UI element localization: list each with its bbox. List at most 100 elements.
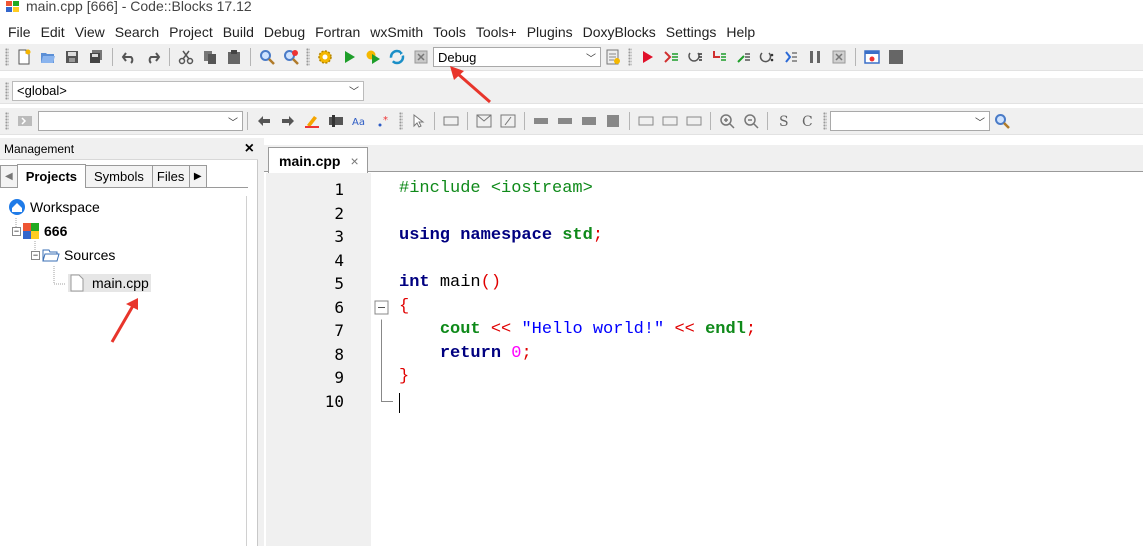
- toolbar-grip[interactable]: [5, 81, 9, 100]
- menu-project[interactable]: Project: [164, 24, 218, 40]
- shape-note-icon[interactable]: [498, 111, 518, 131]
- toolbar-separator: [169, 48, 170, 66]
- save-icon[interactable]: [62, 47, 82, 67]
- zoom-in-icon[interactable]: [717, 111, 737, 131]
- tree-node-main-cpp[interactable]: main.cpp: [68, 274, 151, 292]
- tree-node-sources[interactable]: − Sources: [31, 247, 115, 263]
- build-and-run-icon[interactable]: [363, 47, 383, 67]
- new-file-icon[interactable]: [14, 47, 34, 67]
- arrow-right-icon[interactable]: [278, 111, 298, 131]
- tab-symbols[interactable]: Symbols: [85, 165, 153, 187]
- toolbar-grip[interactable]: [628, 48, 632, 66]
- abort-icon[interactable]: [411, 47, 431, 67]
- frame-3-icon[interactable]: [684, 111, 704, 131]
- menu-help[interactable]: Help: [721, 24, 760, 40]
- rebuild-icon[interactable]: [387, 47, 407, 67]
- save-all-icon[interactable]: [86, 47, 106, 67]
- stop-debugger-icon[interactable]: [829, 47, 849, 67]
- shape-rect-icon[interactable]: [441, 111, 461, 131]
- menu-settings[interactable]: Settings: [661, 24, 722, 40]
- vertical-scrollbar[interactable]: [246, 196, 258, 546]
- symbol-c-icon[interactable]: C: [798, 111, 818, 131]
- tab-main-cpp[interactable]: main.cpp ×: [268, 147, 368, 173]
- chevron-down-icon: ﹀: [228, 117, 238, 129]
- toolbar-grip[interactable]: [306, 48, 310, 66]
- code-text-area[interactable]: #include <iostream> using namespace std; i…: [399, 173, 1143, 546]
- toolbar-grip[interactable]: [5, 112, 9, 130]
- collapse-toggle-icon[interactable]: −: [31, 250, 40, 260]
- code-token: cout: [439, 320, 481, 339]
- chevron-down-icon: ﹀: [349, 87, 359, 98]
- menu-debug[interactable]: Debug: [259, 24, 310, 40]
- match-case-icon[interactable]: Aa: [350, 111, 370, 131]
- next-instruction-icon[interactable]: [757, 47, 777, 67]
- incremental-search-input[interactable]: ﹀: [38, 111, 243, 131]
- tree-node-workspace[interactable]: Workspace: [8, 198, 100, 216]
- select-pointer-icon[interactable]: [408, 111, 428, 131]
- block-4-icon[interactable]: [603, 111, 623, 131]
- next-line-icon[interactable]: [685, 47, 705, 67]
- break-debugger-icon[interactable]: [781, 47, 801, 67]
- symbol-s-icon[interactable]: S: [774, 111, 794, 131]
- tab-files[interactable]: Files: [151, 165, 190, 187]
- menu-plugins[interactable]: Plugins: [522, 24, 578, 40]
- find-icon[interactable]: [257, 47, 277, 67]
- selected-text-icon[interactable]: [326, 111, 346, 131]
- menu-doxyblocks[interactable]: DoxyBlocks: [578, 24, 661, 40]
- redo-icon[interactable]: [143, 47, 163, 67]
- menu-tools[interactable]: Tools: [428, 24, 471, 40]
- menu-fortran[interactable]: Fortran: [310, 24, 365, 40]
- block-1-icon[interactable]: [531, 111, 551, 131]
- search-icon[interactable]: [992, 111, 1012, 131]
- tree-node-project[interactable]: − 666: [12, 223, 67, 239]
- scope-value: <global>: [17, 83, 67, 98]
- debugging-windows-icon[interactable]: [862, 47, 882, 67]
- toolbar-separator: [767, 112, 768, 130]
- undo-icon[interactable]: [119, 47, 139, 67]
- open-folder-icon[interactable]: [38, 47, 58, 67]
- menu-search[interactable]: Search: [110, 24, 164, 40]
- symbol-search-input[interactable]: ﹀: [830, 111, 990, 131]
- find-replace-icon[interactable]: [281, 47, 301, 67]
- menu-edit[interactable]: Edit: [36, 24, 70, 40]
- close-icon[interactable]: ×: [245, 140, 254, 158]
- build-gear-icon[interactable]: [315, 47, 335, 67]
- incremental-search-icon[interactable]: [14, 111, 36, 131]
- code-token: main: [439, 273, 481, 292]
- highlight-icon[interactable]: [302, 111, 322, 131]
- frame-2-icon[interactable]: [660, 111, 680, 131]
- zoom-out-icon[interactable]: [741, 111, 761, 131]
- tab-projects[interactable]: Projects: [16, 164, 87, 188]
- tabs-scroll-left-icon[interactable]: ◀: [0, 165, 18, 187]
- debug-run-icon[interactable]: [637, 47, 657, 67]
- run-to-cursor-icon[interactable]: [661, 47, 681, 67]
- step-into-icon[interactable]: [709, 47, 729, 67]
- scope-select[interactable]: <global> ﹀: [12, 80, 364, 101]
- regex-icon[interactable]: *: [374, 111, 394, 131]
- various-info-icon[interactable]: [886, 47, 906, 67]
- arrow-left-icon[interactable]: [254, 111, 274, 131]
- frame-1-icon[interactable]: [636, 111, 656, 131]
- toolbar-grip[interactable]: [823, 112, 827, 130]
- menu-tools-plus[interactable]: Tools+: [471, 24, 522, 40]
- toolbar-grip[interactable]: [399, 112, 403, 130]
- step-out-icon[interactable]: [733, 47, 753, 67]
- block-2-icon[interactable]: [555, 111, 575, 131]
- copy-icon[interactable]: [200, 47, 220, 67]
- run-icon[interactable]: [339, 47, 359, 67]
- toolbar-separator: [434, 112, 435, 130]
- collapse-toggle-icon[interactable]: −: [12, 226, 21, 236]
- block-3-icon[interactable]: [579, 111, 599, 131]
- menu-build[interactable]: Build: [218, 24, 259, 40]
- pause-icon[interactable]: [805, 47, 825, 67]
- close-icon[interactable]: ×: [350, 153, 358, 169]
- menu-wxsmith[interactable]: wxSmith: [365, 24, 428, 40]
- shape-mail-icon[interactable]: [474, 111, 494, 131]
- menu-file[interactable]: File: [3, 24, 36, 40]
- toolbar-grip[interactable]: [5, 48, 9, 66]
- tabs-scroll-right-icon[interactable]: ▶: [188, 165, 207, 187]
- menu-view[interactable]: View: [70, 24, 110, 40]
- cut-icon[interactable]: [176, 47, 196, 67]
- paste-icon[interactable]: [224, 47, 244, 67]
- show-target-dialog-icon[interactable]: [603, 47, 623, 67]
